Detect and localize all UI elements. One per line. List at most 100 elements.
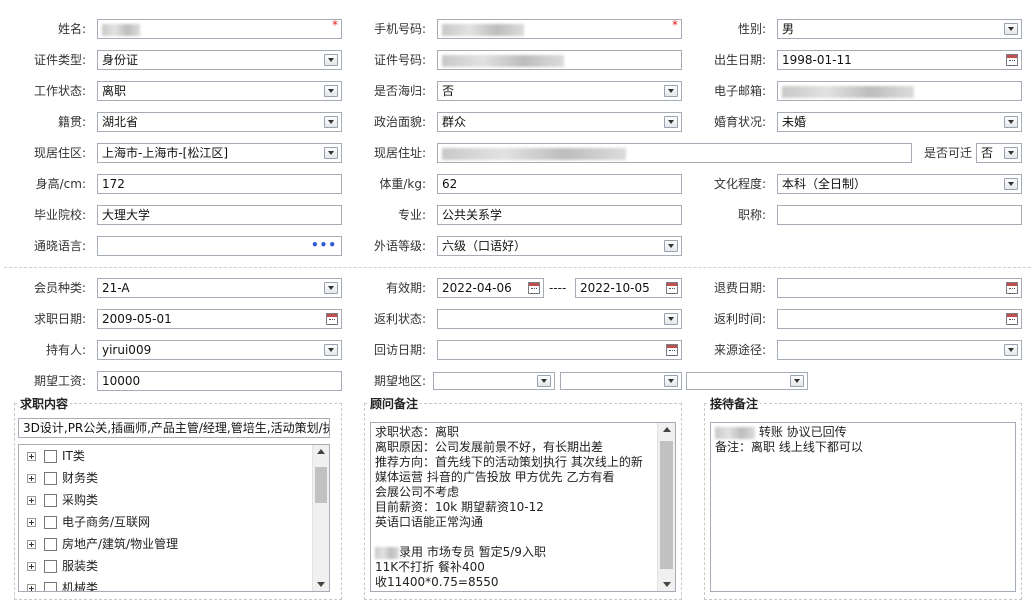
area-province-select[interactable] xyxy=(433,372,555,390)
calendar-icon[interactable] xyxy=(666,344,678,356)
job-category-tree[interactable]: IT类 财务类 采购类 电子商务/互联网 房地产/建筑/物业管理 服装类 机械类 xyxy=(18,444,330,592)
name-input[interactable]: * xyxy=(97,19,342,39)
member-type-select[interactable]: 21-A xyxy=(97,278,342,298)
tree-item[interactable]: 服装类 xyxy=(27,555,98,577)
major-input[interactable]: 公共关系学 xyxy=(437,205,682,225)
expand-plus-icon[interactable] xyxy=(27,496,36,505)
dropdown-arrow-icon[interactable] xyxy=(324,85,338,97)
language-input[interactable]: ••• xyxy=(97,236,342,256)
dropdown-arrow-icon[interactable] xyxy=(1004,23,1018,35)
dropdown-arrow-icon[interactable] xyxy=(1004,344,1018,356)
scroll-down-icon[interactable] xyxy=(313,577,329,591)
foreign-level-select[interactable]: 六级（口语好） xyxy=(437,236,682,256)
overseas-select[interactable]: 否 xyxy=(437,81,682,101)
rebate-time-input[interactable] xyxy=(777,309,1022,329)
height-input[interactable]: 172 xyxy=(97,174,342,194)
ellipsis-icon[interactable]: ••• xyxy=(311,237,337,253)
holder-select[interactable]: yirui009 xyxy=(97,340,342,360)
tree-item[interactable]: 机械类 xyxy=(27,577,98,591)
checkbox[interactable] xyxy=(44,450,57,463)
title-input[interactable] xyxy=(777,205,1022,225)
dropdown-arrow-icon[interactable] xyxy=(664,375,678,387)
scroll-up-icon[interactable] xyxy=(313,445,329,459)
dropdown-arrow-icon[interactable] xyxy=(1004,147,1018,159)
expand-plus-icon[interactable] xyxy=(27,540,36,549)
expand-plus-icon[interactable] xyxy=(27,562,36,571)
dropdown-arrow-icon[interactable] xyxy=(1004,178,1018,190)
dropdown-arrow-icon[interactable] xyxy=(324,282,338,294)
phone-input[interactable]: * xyxy=(437,19,682,39)
expand-plus-icon[interactable] xyxy=(27,518,36,527)
gender-select[interactable]: 男 xyxy=(777,19,1022,39)
advisor-notes-textarea[interactable]: 求职状态：离职 离职原因：公司发展前景不好，有长期出差 推荐方向：首先线下的活动… xyxy=(370,422,676,592)
checkbox[interactable] xyxy=(44,560,57,573)
email-input[interactable] xyxy=(777,81,1022,101)
weight-label: 体重/kg: xyxy=(379,177,426,191)
dropdown-arrow-icon[interactable] xyxy=(324,344,338,356)
calendar-icon[interactable] xyxy=(1006,313,1018,325)
dropdown-arrow-icon[interactable] xyxy=(664,313,678,325)
tree-item[interactable]: 采购类 xyxy=(27,489,98,511)
scroll-thumb[interactable] xyxy=(315,467,327,503)
checkbox[interactable] xyxy=(44,582,57,591)
calendar-icon[interactable] xyxy=(1006,282,1018,294)
id-type-select[interactable]: 身份证 xyxy=(97,50,342,70)
refund-date-input[interactable] xyxy=(777,278,1022,298)
address-input[interactable] xyxy=(437,143,912,163)
weight-input[interactable]: 62 xyxy=(437,174,682,194)
dropdown-arrow-icon[interactable] xyxy=(324,116,338,128)
salary-input[interactable]: 10000 xyxy=(97,371,342,391)
job-date-input[interactable]: 2009-05-01 xyxy=(97,309,342,329)
work-status-select[interactable]: 离职 xyxy=(97,81,342,101)
marital-select[interactable]: 未婚 xyxy=(777,112,1022,132)
calendar-icon[interactable] xyxy=(1006,54,1018,66)
visit-date-input[interactable] xyxy=(437,340,682,360)
reception-notes-textarea[interactable]: 转账 协议已回传 备注：离职 线上线下都可以 xyxy=(710,422,1016,592)
tree-item[interactable]: 电子商务/互联网 xyxy=(27,511,150,533)
area-city-select[interactable] xyxy=(560,372,682,390)
valid-to-input[interactable]: 2022-10-05 xyxy=(575,278,682,298)
checkbox[interactable] xyxy=(44,516,57,529)
dropdown-arrow-icon[interactable] xyxy=(664,240,678,252)
dropdown-arrow-icon[interactable] xyxy=(537,375,551,387)
checkbox[interactable] xyxy=(44,472,57,485)
scroll-thumb[interactable] xyxy=(660,441,673,569)
dropdown-arrow-icon[interactable] xyxy=(324,147,338,159)
expand-plus-icon[interactable] xyxy=(27,474,36,483)
dropdown-arrow-icon[interactable] xyxy=(664,85,678,97)
tree-scrollbar[interactable] xyxy=(312,445,329,591)
native-select[interactable]: 湖北省 xyxy=(97,112,342,132)
education-select[interactable]: 本科（全日制） xyxy=(777,174,1022,194)
job-summary-input[interactable]: 3D设计,PR公关,插画师,产品主管/经理,管培生,活动策划/执 xyxy=(18,418,330,438)
notes-scrollbar[interactable] xyxy=(657,423,675,591)
checkbox[interactable] xyxy=(44,538,57,551)
calendar-icon[interactable] xyxy=(666,282,678,294)
tree-item[interactable]: IT类 xyxy=(27,445,85,467)
area-district-select[interactable] xyxy=(686,372,808,390)
dropdown-arrow-icon[interactable] xyxy=(664,116,678,128)
tree-item[interactable]: 房地产/建筑/物业管理 xyxy=(27,533,178,555)
valid-from-value: 2022-04-06 xyxy=(442,281,512,295)
expand-plus-icon[interactable] xyxy=(27,452,36,461)
scroll-up-icon[interactable] xyxy=(658,423,675,437)
scroll-down-icon[interactable] xyxy=(658,577,675,591)
dropdown-arrow-icon[interactable] xyxy=(790,375,804,387)
school-input[interactable]: 大理大学 xyxy=(97,205,342,225)
valid-from-input[interactable]: 2022-04-06 xyxy=(437,278,544,298)
political-select[interactable]: 群众 xyxy=(437,112,682,132)
tree-item[interactable]: 财务类 xyxy=(27,467,98,489)
relocate-select[interactable]: 否 xyxy=(976,143,1022,163)
calendar-icon[interactable] xyxy=(528,282,540,294)
dropdown-arrow-icon[interactable] xyxy=(1004,116,1018,128)
source-select[interactable] xyxy=(777,340,1022,360)
dropdown-arrow-icon[interactable] xyxy=(324,54,338,66)
rebate-status-select[interactable] xyxy=(437,309,682,329)
foreign-level-label: 外语等级: xyxy=(373,239,426,253)
residence-select[interactable]: 上海市-上海市-[松江区] xyxy=(97,143,342,163)
birth-date-input[interactable]: 1998-01-11 xyxy=(777,50,1022,70)
calendar-icon[interactable] xyxy=(326,313,338,325)
expand-plus-icon[interactable] xyxy=(27,584,36,591)
checkbox[interactable] xyxy=(44,494,57,507)
id-number-input[interactable] xyxy=(437,50,682,70)
id-type-label: 证件类型: xyxy=(33,53,86,67)
